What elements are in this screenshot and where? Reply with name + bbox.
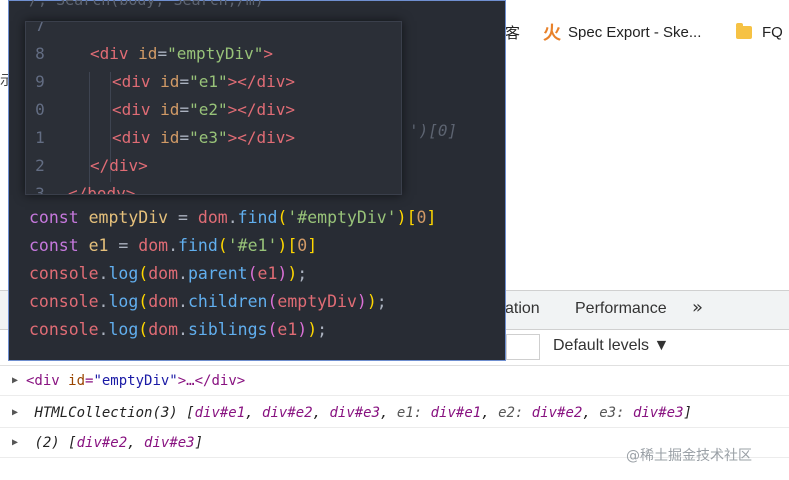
- line-number: 0: [35, 100, 45, 119]
- element-link[interactable]: div#e1: [431, 405, 482, 421]
- overlay-top-partial: /, Search(body, Search,/m): [29, 0, 264, 9]
- line-number: 8: [35, 44, 45, 63]
- bookmark-folder-fq[interactable]: FQ: [736, 20, 783, 44]
- console-text: ]: [683, 405, 692, 421]
- js-code-line: console.log(dom.children(emptyDiv));: [29, 292, 387, 311]
- element-link[interactable]: div#e2: [262, 405, 313, 421]
- element-link[interactable]: div#e1: [195, 405, 246, 421]
- ghost-code-text: ')[0]: [409, 121, 458, 140]
- html-code-line: 8 <div id="emptyDiv">: [26, 40, 273, 68]
- console-row-children[interactable]: ▶ HTMLCollection(3) [div#e1, div#e2, div…: [0, 398, 789, 428]
- bookmark-fq-label: FQ: [762, 23, 783, 41]
- fire-icon: 火: [543, 23, 561, 43]
- console-filter-input[interactable]: [506, 334, 540, 360]
- html-code-line: 0 <div id="e2"></div>: [26, 96, 295, 124]
- line-number: 2: [35, 156, 45, 175]
- console-text: e2:: [498, 405, 532, 421]
- html-code-line: 2 </div>: [26, 152, 148, 180]
- js-code-line: console.log(dom.parent(e1));: [29, 264, 308, 283]
- element-link[interactable]: div#e2: [532, 405, 583, 421]
- bookmark-partial[interactable]: 客: [505, 20, 520, 44]
- expand-caret-icon[interactable]: ▶: [12, 428, 26, 458]
- console-text: ,: [312, 405, 330, 421]
- console-text: ,: [582, 405, 600, 421]
- console-text: (2) [: [34, 435, 77, 451]
- html-code-panel: 7 8 <div id="emptyDiv"> 9 <div id="e1"></div…: [25, 21, 402, 195]
- log-levels-dropdown[interactable]: Default levels ▼: [553, 337, 669, 355]
- console-text: ,: [380, 405, 397, 421]
- line-number: 7: [35, 21, 45, 35]
- console-text: HTMLCollection(3) [: [34, 405, 195, 421]
- line-number: 9: [35, 72, 45, 91]
- element-link[interactable]: div#e3: [144, 435, 195, 451]
- console-text: ]: [194, 435, 204, 451]
- js-code-line: const emptyDiv = dom.find('#emptyDiv')[0…: [29, 208, 437, 227]
- line-number: 1: [35, 128, 45, 147]
- watermark: @稀土掘金技术社区: [626, 448, 752, 464]
- bookmark-spec-export[interactable]: 火 Spec Export - Ske...: [543, 20, 701, 44]
- element-link[interactable]: div#e3: [329, 405, 380, 421]
- element-link[interactable]: div#e2: [77, 435, 128, 451]
- html-code-line: 7: [26, 21, 54, 40]
- console-text: e3:: [599, 405, 633, 421]
- tab-application[interactable]: ation: [505, 300, 540, 318]
- html-code-line: 9 <div id="e1"></div>: [26, 68, 295, 96]
- html-code-line: 1 <div id="e3"></div>: [26, 124, 295, 152]
- expand-caret-icon[interactable]: ▶: [12, 398, 26, 428]
- html-code-line: 3 </body>: [26, 180, 135, 195]
- element-link[interactable]: div#e3: [633, 405, 684, 421]
- bookmark-spec-label: Spec Export - Ske...: [568, 23, 702, 41]
- console-text: ,: [245, 405, 263, 421]
- console-row-parent[interactable]: ▶ <div id="emptyDiv">…</div>: [0, 366, 789, 396]
- tab-performance[interactable]: Performance: [575, 300, 667, 318]
- console-text: ,: [481, 405, 499, 421]
- expand-caret-icon[interactable]: ▶: [12, 366, 26, 396]
- folder-icon: [736, 22, 752, 39]
- line-number: 3: [35, 184, 45, 195]
- bookmark-partial-label: 客: [505, 24, 521, 42]
- js-code-line: console.log(dom.siblings(e1));: [29, 320, 328, 339]
- js-code-line: const e1 = dom.find('#e1')[0]: [29, 236, 318, 255]
- more-tabs-icon[interactable]: »: [692, 297, 703, 318]
- console-text: ,: [127, 435, 145, 451]
- code-screenshot-overlay: /, Search(body, Search,/m) ')[0] 7 8 <div …: [8, 0, 506, 361]
- console-text: e1:: [396, 405, 431, 421]
